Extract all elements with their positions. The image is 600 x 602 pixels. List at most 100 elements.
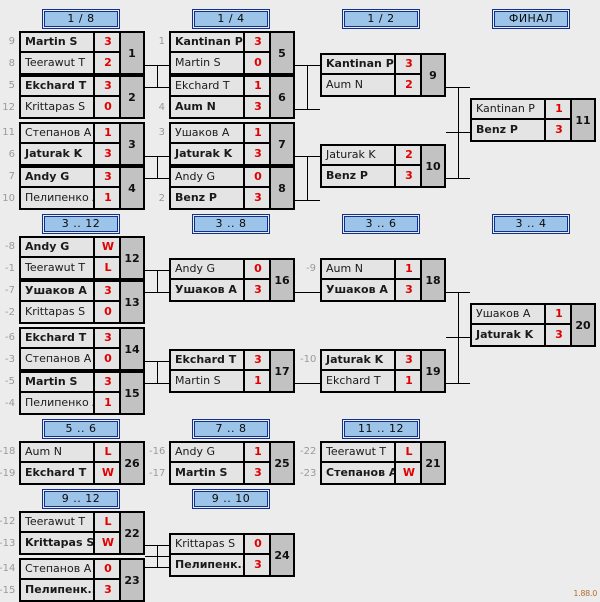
match-box[interactable]: Kantinan P 3 Aum N 29 (320, 53, 446, 97)
player-row-top[interactable]: Andy G 1 (171, 442, 271, 463)
player-row-bottom[interactable]: Степанов А 0 (21, 349, 121, 369)
player-score: 1 (254, 79, 262, 92)
player-row-bottom[interactable]: Пелипенко А 1 (21, 188, 121, 208)
player-row-top[interactable]: Kantinan P 3 (171, 32, 271, 53)
match-box[interactable]: Krittapas S 0 Пелипенк... 3 24 (169, 533, 295, 577)
player-score: 1 (405, 262, 413, 275)
player-row-bottom[interactable]: Ушаков А 3 (171, 280, 271, 300)
player-row-bottom[interactable]: Степанов А W (322, 463, 422, 483)
player-row-top[interactable]: Krittapas S 0 (171, 534, 271, 555)
match-box[interactable]: Ушаков А 3 Krittapas S 0 13 (19, 280, 145, 324)
player-name: Ekchard T (322, 371, 396, 391)
seed-number-top: 7 (8, 171, 15, 182)
seed-number-top: -5 (5, 376, 15, 387)
player-score: L (405, 445, 413, 458)
player-row-top[interactable]: Andy G 0 (171, 167, 271, 188)
player-row-bottom[interactable]: Aum N 3 (171, 97, 271, 117)
match-number: 4 (119, 168, 143, 208)
player-row-top[interactable]: Степанов А 0 (21, 559, 121, 580)
player-row-top[interactable]: Ушаков А 1 (472, 304, 572, 325)
player-row-top[interactable]: Kantinan P 3 (322, 54, 422, 75)
player-row-bottom[interactable]: Krittapas S W (21, 533, 121, 553)
match-box[interactable]: Martin S 3 Пелипенко А 1 15 (19, 371, 145, 415)
match-box[interactable]: Andy G 3 Пелипенко А 14 (19, 166, 145, 210)
player-row-bottom[interactable]: Ушаков А 3 (322, 280, 422, 300)
player-row-bottom[interactable]: Martin S 3 (171, 463, 271, 483)
match-box[interactable]: Ekchard T 1 Aum N 36 (169, 75, 295, 119)
player-row-top[interactable]: Teerawut T L (322, 442, 422, 463)
match-box[interactable]: Teerawut T L Степанов А W 21 (320, 441, 446, 485)
match-box[interactable]: Andy G 1 Martin S 3 25 (169, 441, 295, 485)
player-row-top[interactable]: Aum N 1 (322, 259, 422, 280)
player-row-bottom[interactable]: Пелипенко А 1 (21, 393, 121, 413)
player-row-top[interactable]: Aum N L (21, 442, 121, 463)
player-name: Krittapas S (21, 302, 95, 322)
player-score: W (402, 466, 416, 479)
player-row-top[interactable]: Teerawut T L (21, 512, 121, 533)
player-row-top[interactable]: Ekchard T 3 (21, 76, 121, 97)
match-box[interactable]: Jaturak K 2 Benz P 3 10 (320, 144, 446, 188)
player-name: Teerawut T (21, 53, 95, 73)
match-box[interactable]: Martin S 3 Teerawut T 21 (19, 31, 145, 75)
player-row-top[interactable]: Jaturak K 3 (322, 350, 422, 371)
player-row-bottom[interactable]: Jaturak K 3 (171, 144, 271, 164)
player-row-top[interactable]: Martin S 3 (21, 32, 121, 53)
player-row-top[interactable]: Ушаков А 3 (21, 281, 121, 302)
player-row-top[interactable]: Степанов А 1 (21, 123, 121, 144)
player-row-bottom[interactable]: Пелипенк... 3 (21, 580, 121, 600)
match-box[interactable]: Andy G 0 Ушаков А 3 16 (169, 258, 295, 302)
match-number: 12 (119, 238, 143, 278)
player-row-top[interactable]: Andy G 0 (171, 259, 271, 280)
player-row-bottom[interactable]: Martin S 0 (171, 53, 271, 73)
player-row-bottom[interactable]: Krittapas S 0 (21, 302, 121, 322)
match-box[interactable]: Степанов А 1 Jaturak K 33 (19, 122, 145, 166)
match-box[interactable]: Andy G 0 Benz P 38 (169, 166, 295, 210)
player-name: Степанов А (21, 123, 95, 143)
player-row-top[interactable]: Ekchard T 3 (171, 350, 271, 371)
match-box[interactable]: Kantinan P 1 Benz P 3 11 (470, 98, 596, 142)
player-row-bottom[interactable]: Benz P 3 (472, 120, 572, 140)
player-row-bottom[interactable]: Benz P 3 (322, 166, 422, 186)
match-box[interactable]: Aum N L Ekchard T W 26 (19, 441, 145, 485)
player-row-top[interactable]: Martin S 3 (21, 372, 121, 393)
player-row-bottom[interactable]: Пелипенк... 3 (171, 555, 271, 575)
player-row-top[interactable]: Ekchard T 1 (171, 76, 271, 97)
match-number: 6 (269, 77, 293, 117)
seed-number-top: 3 (158, 127, 165, 138)
player-row-top[interactable]: Jaturak K 2 (322, 145, 422, 166)
player-row-top[interactable]: Ушаков А 1 (171, 123, 271, 144)
player-row-bottom[interactable]: Jaturak K 3 (472, 325, 572, 345)
match-box[interactable]: Jaturak K 3 Ekchard T 1 19 (320, 349, 446, 393)
match-box[interactable]: Ekchard T 3 Krittapas S 02 (19, 75, 145, 119)
player-row-top[interactable]: Kantinan P 1 (472, 99, 572, 120)
player-row-top[interactable]: Andy G 3 (21, 167, 121, 188)
match-box[interactable]: Kantinan P 3 Martin S 05 (169, 31, 295, 75)
match-box[interactable]: Ушаков А 1 Jaturak K 37 (169, 122, 295, 166)
bracket-connector (157, 361, 158, 384)
match-box[interactable]: Ekchard T 3 Martin S 1 17 (169, 349, 295, 393)
player-row-bottom[interactable]: Ekchard T 1 (322, 371, 422, 391)
match-box[interactable]: Andy G W Teerawut T L 12 (19, 236, 145, 280)
player-row-top[interactable]: Andy G W (21, 237, 121, 258)
player-row-bottom[interactable]: Teerawut T 2 (21, 53, 121, 73)
match-number: 22 (119, 513, 143, 553)
match-box[interactable]: Степанов А 0 Пелипенк... 3 23 (19, 558, 145, 602)
player-row-top[interactable]: Ekchard T 3 (21, 328, 121, 349)
player-row-bottom[interactable]: Jaturak K 3 (21, 144, 121, 164)
match-box[interactable]: Ekchard T 3 Степанов А 0 14 (19, 327, 145, 371)
match-box[interactable]: Teerawut T L Krittapas S W 22 (19, 511, 145, 555)
player-score: 1 (104, 126, 112, 139)
player-row-bottom[interactable]: Aum N 2 (322, 75, 422, 95)
round-header: 5 .. 6 (42, 419, 120, 439)
player-row-bottom[interactable]: Benz P 3 (171, 188, 271, 208)
player-row-bottom[interactable]: Martin S 1 (171, 371, 271, 391)
match-box[interactable]: Ушаков А 1 Jaturak K 3 20 (470, 303, 596, 347)
seed-number-top: 9 (8, 36, 15, 47)
player-name: Benz P (472, 120, 546, 140)
bracket-connector (295, 383, 320, 384)
player-row-bottom[interactable]: Krittapas S 0 (21, 97, 121, 117)
player-row-bottom[interactable]: Ekchard T W (21, 463, 121, 483)
player-row-bottom[interactable]: Teerawut T L (21, 258, 121, 278)
match-box[interactable]: Aum N 1 Ушаков А 3 18 (320, 258, 446, 302)
match-rows: Jaturak K 2 Benz P 3 (322, 145, 422, 186)
